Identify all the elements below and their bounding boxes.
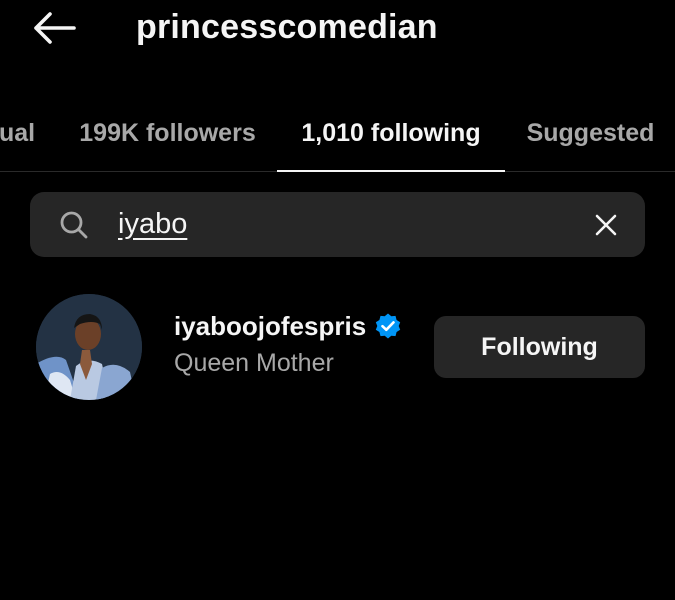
close-icon: [595, 214, 617, 236]
list-item[interactable]: iyaboojofespris Queen Mother Following: [0, 290, 675, 402]
search-input[interactable]: [118, 204, 558, 244]
search-bar: [30, 192, 645, 257]
tab-bar: ual 199K followers 1,010 following Sugge…: [0, 96, 675, 172]
username-link[interactable]: iyaboojofespris: [174, 310, 402, 342]
user-full-name: Queen Mother: [174, 349, 334, 377]
avatar[interactable]: [36, 294, 142, 400]
clear-search-button[interactable]: [587, 206, 625, 244]
tab-suggested[interactable]: Suggested: [518, 96, 663, 170]
verified-badge-icon: [375, 313, 401, 339]
back-button[interactable]: [28, 6, 80, 50]
tab-followers[interactable]: 199K followers: [70, 96, 265, 170]
profile-photo-icon: [36, 294, 142, 400]
tab-mutual[interactable]: ual: [0, 96, 42, 170]
top-app-bar: princesscomedian: [0, 0, 675, 60]
search-icon: [60, 211, 88, 239]
active-tab-indicator: [277, 170, 505, 172]
tab-following[interactable]: 1,010 following: [277, 96, 505, 170]
username: iyaboojofespris: [174, 311, 367, 341]
following-button[interactable]: Following: [434, 316, 645, 378]
arrow-left-icon: [34, 12, 76, 44]
page-title: princesscomedian: [136, 8, 438, 46]
